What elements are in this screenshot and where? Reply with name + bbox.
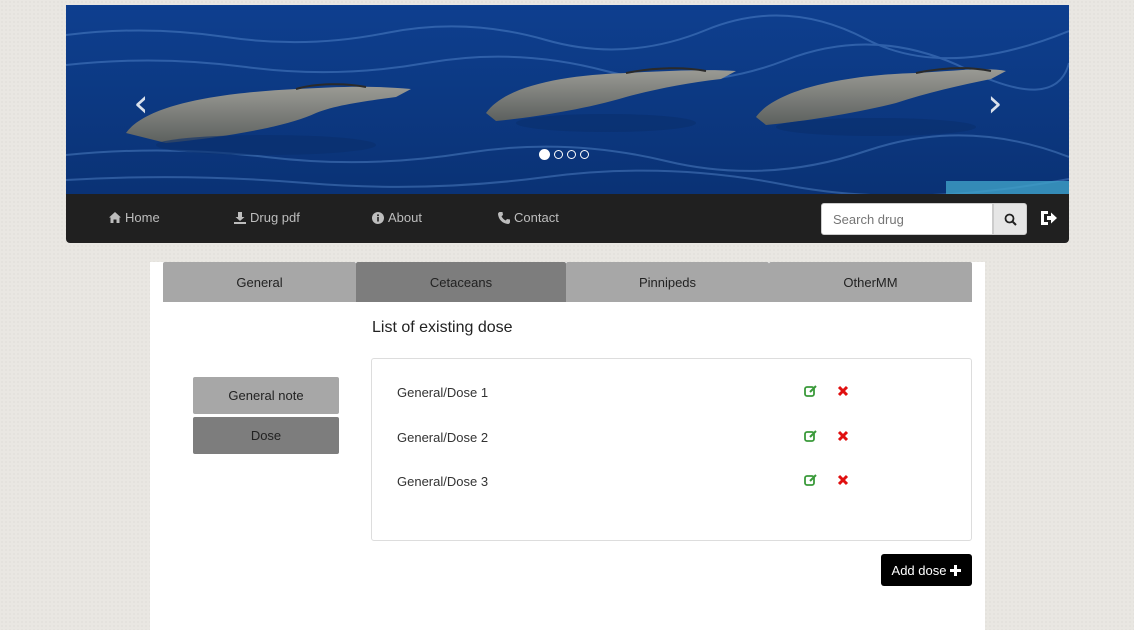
- edit-icon[interactable]: [804, 473, 818, 492]
- nav-drug-pdf-label: Drug pdf: [250, 210, 300, 225]
- dose-button[interactable]: Dose: [193, 417, 339, 454]
- navbar: Home Drug pdf About Contact: [66, 194, 1069, 243]
- download-icon: [234, 211, 246, 224]
- add-dose-label: Add dose: [891, 562, 947, 578]
- carousel-indicator[interactable]: [539, 149, 550, 160]
- list-item: General/Dose 3: [372, 470, 971, 494]
- nav-about[interactable]: About: [372, 210, 422, 225]
- dose-name: General/Dose 3: [397, 474, 489, 489]
- list-item: General/Dose 2: [372, 426, 971, 450]
- carousel-indicator[interactable]: [567, 150, 576, 159]
- nav-contact[interactable]: Contact: [498, 210, 559, 225]
- tab-othermm[interactable]: OtherMM: [769, 262, 972, 302]
- delete-icon[interactable]: [837, 429, 849, 447]
- nav-home-label: Home: [125, 210, 160, 225]
- carousel-indicator[interactable]: [554, 150, 563, 159]
- edit-icon[interactable]: [804, 384, 818, 403]
- image-carousel: ‹ ›: [66, 5, 1069, 194]
- carousel-indicators: [539, 149, 589, 160]
- list-title: List of existing dose: [372, 319, 513, 336]
- category-tabs: General Cetaceans Pinnipeds OtherMM: [163, 262, 972, 302]
- info-icon: [372, 211, 384, 224]
- tab-cetaceans[interactable]: Cetaceans: [356, 262, 566, 302]
- tab-othermm-label: OtherMM: [843, 274, 898, 290]
- tab-general[interactable]: General: [163, 262, 356, 302]
- phone-icon: [498, 211, 510, 224]
- nav-drug-pdf[interactable]: Drug pdf: [234, 210, 300, 225]
- tab-pinnipeds-label: Pinnipeds: [638, 274, 697, 290]
- search-button[interactable]: [993, 203, 1027, 235]
- search-input[interactable]: [821, 203, 993, 235]
- home-icon: [109, 212, 121, 223]
- add-dose-button[interactable]: Add dose: [881, 554, 972, 586]
- tab-general-label: General: [236, 274, 283, 290]
- dose-name: General/Dose 1: [397, 385, 489, 400]
- general-note-button[interactable]: General note: [193, 377, 339, 414]
- delete-icon[interactable]: [837, 473, 849, 491]
- tab-cetaceans-label: Cetaceans: [429, 274, 493, 290]
- carousel-prev-button[interactable]: ‹: [126, 83, 156, 123]
- nav-contact-label: Contact: [514, 210, 559, 225]
- nav-home[interactable]: Home: [109, 210, 160, 225]
- dolphins-image: [66, 5, 1069, 194]
- search-icon: [1004, 213, 1017, 226]
- dose-label: Dose: [250, 428, 282, 443]
- list-item: General/Dose 1: [372, 381, 971, 405]
- general-note-label: General note: [228, 388, 304, 403]
- delete-icon[interactable]: [837, 384, 849, 402]
- content-panel: General Cetaceans Pinnipeds OtherMM Gene…: [150, 262, 985, 630]
- dose-name: General/Dose 2: [397, 430, 489, 445]
- edit-icon[interactable]: [804, 429, 818, 448]
- carousel-indicator[interactable]: [580, 150, 589, 159]
- tab-pinnipeds[interactable]: Pinnipeds: [566, 262, 769, 302]
- nav-about-label: About: [388, 210, 422, 225]
- dose-list: General/Dose 1 General/Dose 2 General/Do…: [371, 358, 972, 541]
- logout-icon: [1041, 211, 1057, 225]
- carousel-next-button[interactable]: ›: [980, 83, 1010, 123]
- logout-button[interactable]: [1039, 208, 1059, 228]
- plus-icon: [950, 564, 962, 576]
